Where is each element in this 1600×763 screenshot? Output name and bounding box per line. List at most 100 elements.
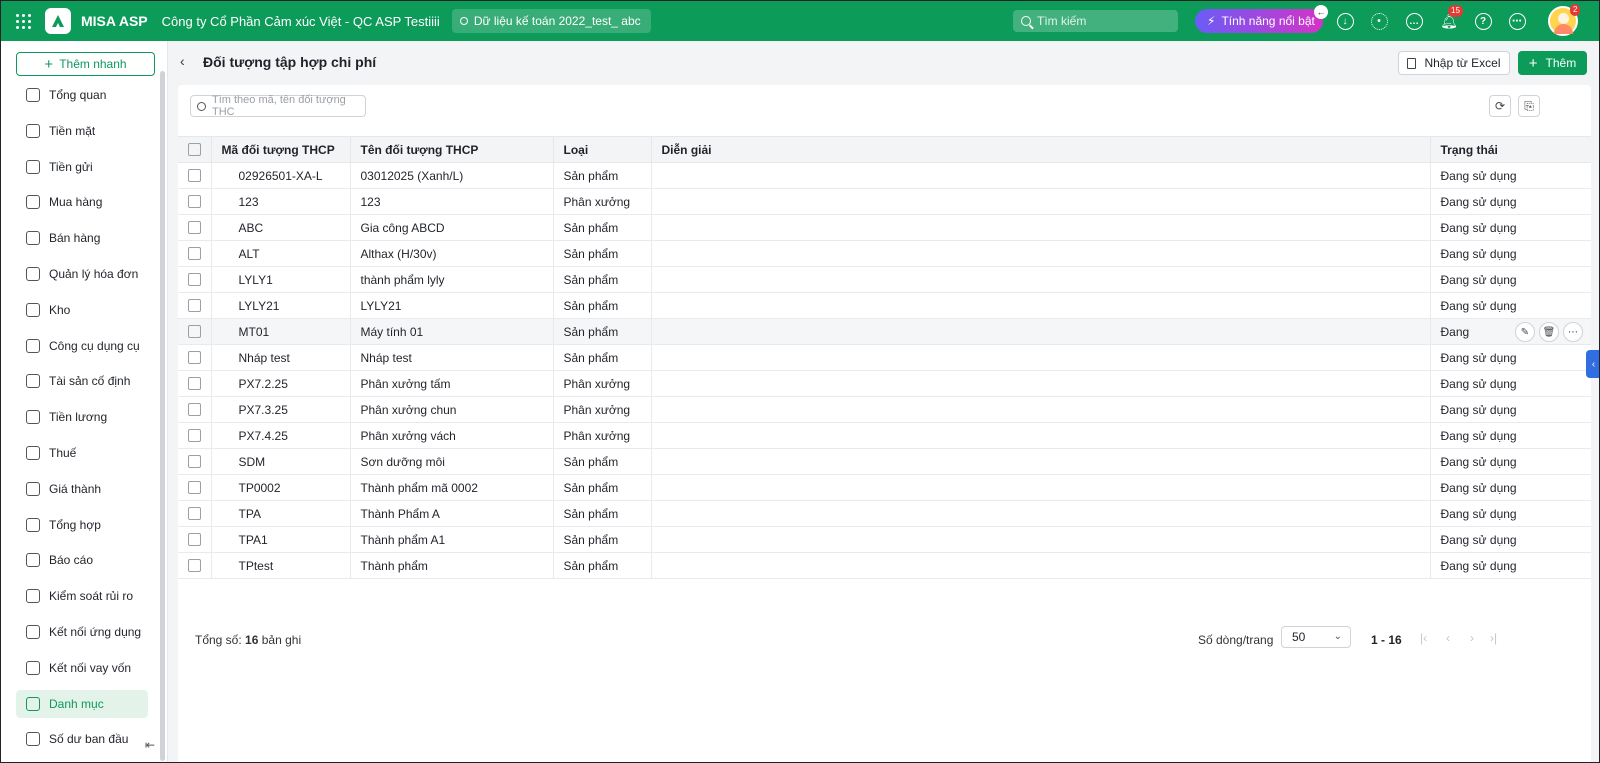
- column-header-description[interactable]: Diễn giải: [651, 136, 1431, 163]
- settings-gear-icon[interactable]: •: [1369, 11, 1389, 31]
- column-header-name[interactable]: Tên đối tượng THCP: [350, 136, 554, 163]
- row-checkbox[interactable]: [188, 195, 201, 208]
- table-row[interactable]: Nháp test Nháp test Sản phẩm Đang sử dụng: [178, 344, 1591, 371]
- table-row[interactable]: ABC Gia công ABCD Sản phẩm Đang sử dụng: [178, 214, 1591, 241]
- row-checkbox[interactable]: [188, 221, 201, 234]
- row-checkbox[interactable]: [188, 325, 201, 338]
- cell-code-text: 123: [238, 194, 259, 209]
- cell-code-text: PX7.3.25: [238, 402, 288, 417]
- next-page-icon[interactable]: ›: [1470, 631, 1474, 645]
- featured-features-button[interactable]: ⚡ Tính năng nổi bật ←: [1195, 5, 1328, 33]
- row-checkbox[interactable]: [188, 377, 201, 390]
- row-checkbox[interactable]: [188, 455, 201, 468]
- expand-right-panel-icon[interactable]: ‹: [1586, 350, 1599, 378]
- quick-add-button[interactable]: + Thêm nhanh: [16, 52, 155, 76]
- sidebar-item-15[interactable]: Kết nối ứng dụng: [16, 618, 148, 646]
- table-row[interactable]: SDM Sơn dưỡng môi Sản phẩm Đang sử dụng: [178, 448, 1591, 475]
- sidebar-item-6[interactable]: Kho: [16, 296, 148, 324]
- row-checkbox[interactable]: [188, 429, 201, 442]
- help-icon[interactable]: ?: [1473, 11, 1493, 31]
- chat-icon[interactable]: …: [1404, 11, 1424, 31]
- table-row[interactable]: PX7.2.25 Phân xưởng tấm Phân xưởng Đang sử …: [178, 370, 1591, 397]
- sidebar-item-0[interactable]: Tổng quan: [16, 81, 148, 109]
- cash-icon: [26, 123, 40, 138]
- sidebar-item-2[interactable]: Tiền gửi: [16, 153, 148, 181]
- sidebar-item-16[interactable]: Kết nối vay vốn: [16, 654, 148, 682]
- notification-bell-icon[interactable]: 🔔︎ 15: [1439, 5, 1463, 31]
- cell-code: 02926501-XA-L: [211, 162, 351, 189]
- edit-pencil-icon[interactable]: ✎: [1515, 322, 1535, 342]
- column-header-status[interactable]: Trạng thái: [1430, 136, 1591, 163]
- cell-status-text: Đang sử dụng: [1440, 402, 1517, 417]
- dataset-selector[interactable]: Dữ liệu kế toán 2022_test_ abc: [451, 9, 651, 33]
- cell-status: Đang sử dụng: [1430, 188, 1591, 215]
- select-all-checkbox[interactable]: [188, 143, 201, 156]
- column-header-type[interactable]: Loại: [553, 136, 652, 163]
- more-actions-icon[interactable]: ⋯: [1563, 322, 1583, 342]
- rows-per-page-select[interactable]: 50 ⌄: [1281, 626, 1351, 648]
- table-row[interactable]: 02926501-XA-L 03012025 (Xanh/L) Sản phẩm Đa…: [178, 162, 1591, 189]
- row-checkbox[interactable]: [188, 507, 201, 520]
- column-header-code[interactable]: Mã đối tượng THCP: [211, 136, 351, 163]
- sidebar-item-label: Tài sản cố định: [49, 374, 131, 389]
- download-icon[interactable]: ↓: [1335, 11, 1355, 31]
- row-checkbox[interactable]: [188, 169, 201, 182]
- row-checkbox[interactable]: [188, 403, 201, 416]
- app-grid-icon[interactable]: [3, 1, 43, 41]
- sidebar-item-10[interactable]: Thuế: [16, 439, 148, 467]
- table-row[interactable]: TPA Thành Phẩm A Sản phẩm Đang sử dụng: [178, 500, 1591, 527]
- table-row[interactable]: ALT Althax (H/30v) Sản phẩm Đang sử dụng: [178, 240, 1591, 267]
- global-search-input[interactable]: Tìm kiếm: [1013, 10, 1178, 32]
- table-row[interactable]: LYLY1 thành phẩm lyly Sản phẩm Đang sử dụng: [178, 266, 1591, 293]
- sidebar-item-12[interactable]: Tổng hợp: [16, 511, 148, 539]
- collapse-sidebar-icon[interactable]: ⇤: [142, 737, 158, 753]
- sidebar-item-11[interactable]: Giá thành: [16, 475, 148, 503]
- table-row[interactable]: MT01 Máy tính 01 Sản phẩm Đang ✎ 🗑︎ ⋯: [178, 318, 1591, 345]
- row-checkbox[interactable]: [188, 481, 201, 494]
- row-checkbox[interactable]: [188, 559, 201, 572]
- sidebar-item-17[interactable]: Danh mục: [16, 689, 148, 718]
- sidebar-item-13[interactable]: Báo cáo: [16, 546, 148, 574]
- arrow-left-icon[interactable]: ←: [1314, 5, 1328, 19]
- table-row[interactable]: TP0002 Thành phẩm mã 0002 Sản phẩm Đang sử …: [178, 474, 1591, 501]
- cell-status: Đang sử dụng: [1430, 552, 1591, 579]
- sidebar-item-7[interactable]: Công cụ dụng cụ: [16, 332, 148, 360]
- table-row[interactable]: 123 123 Phân xưởng Đang sử dụng: [178, 188, 1591, 215]
- table-row[interactable]: PX7.3.25 Phân xưởng chun Phân xưởng Đang sử…: [178, 396, 1591, 423]
- refresh-icon[interactable]: ⟳: [1489, 95, 1511, 117]
- sidebar-item-3[interactable]: Mua hàng: [16, 188, 148, 216]
- export-icon[interactable]: ⎘: [1518, 95, 1540, 117]
- import-excel-button[interactable]: Nhập từ Excel: [1398, 51, 1510, 75]
- table-row[interactable]: TPA1 Thành phẩm A1 Sản phẩm Đang sử dụng: [178, 526, 1591, 553]
- row-checkbox[interactable]: [188, 299, 201, 312]
- cell-type-text: Phân xưởng: [563, 428, 631, 443]
- sidebar-scrollbar[interactable]: [160, 71, 165, 761]
- sidebar-item-5[interactable]: Quản lý hóa đơn: [16, 260, 148, 288]
- row-checkbox[interactable]: [188, 273, 201, 286]
- cell-name-text: LYLY21: [360, 298, 402, 313]
- table-row[interactable]: PX7.4.25 Phân xưởng vách Phân xưởng Đang sử…: [178, 422, 1591, 449]
- table-row[interactable]: LYLY21 LYLY21 Sản phẩm Đang sử dụng: [178, 292, 1591, 319]
- user-avatar[interactable]: 2: [1548, 4, 1581, 36]
- sidebar-item-18[interactable]: Số dư ban đầu: [16, 725, 148, 753]
- row-checkbox[interactable]: [188, 247, 201, 260]
- last-page-icon[interactable]: ›|: [1490, 631, 1497, 645]
- sidebar-item-8[interactable]: Tài sản cố định: [16, 367, 148, 395]
- table-search-input[interactable]: Tìm theo mã, tên đối tượng THC: [190, 94, 366, 118]
- sidebar-item-4[interactable]: Bán hàng: [16, 224, 148, 252]
- cell-name: Thành phẩm: [350, 552, 554, 579]
- more-apps-icon[interactable]: ⋯: [1507, 11, 1527, 31]
- sidebar-item-1[interactable]: Tiền mặt: [16, 117, 148, 145]
- sidebar-item-9[interactable]: Tiền lương: [16, 403, 148, 431]
- table-row[interactable]: TPtest Thành phẩm Sản phẩm Đang sử dụng: [178, 552, 1591, 579]
- prev-page-icon[interactable]: ‹: [1446, 631, 1450, 645]
- add-button[interactable]: + Thêm: [1518, 51, 1587, 75]
- row-checkbox[interactable]: [188, 533, 201, 546]
- back-chevron-icon[interactable]: ‹: [180, 53, 185, 69]
- company-name[interactable]: Công ty Cổ Phần Cảm xúc Việt - QC ASP Te…: [162, 14, 440, 29]
- row-checkbox[interactable]: [188, 351, 201, 364]
- delete-trash-icon[interactable]: 🗑︎: [1539, 322, 1559, 342]
- sidebar-item-14[interactable]: Kiểm soát rủi ro: [16, 582, 148, 610]
- cell-code: ABC: [211, 214, 351, 241]
- first-page-icon[interactable]: |‹: [1420, 631, 1427, 645]
